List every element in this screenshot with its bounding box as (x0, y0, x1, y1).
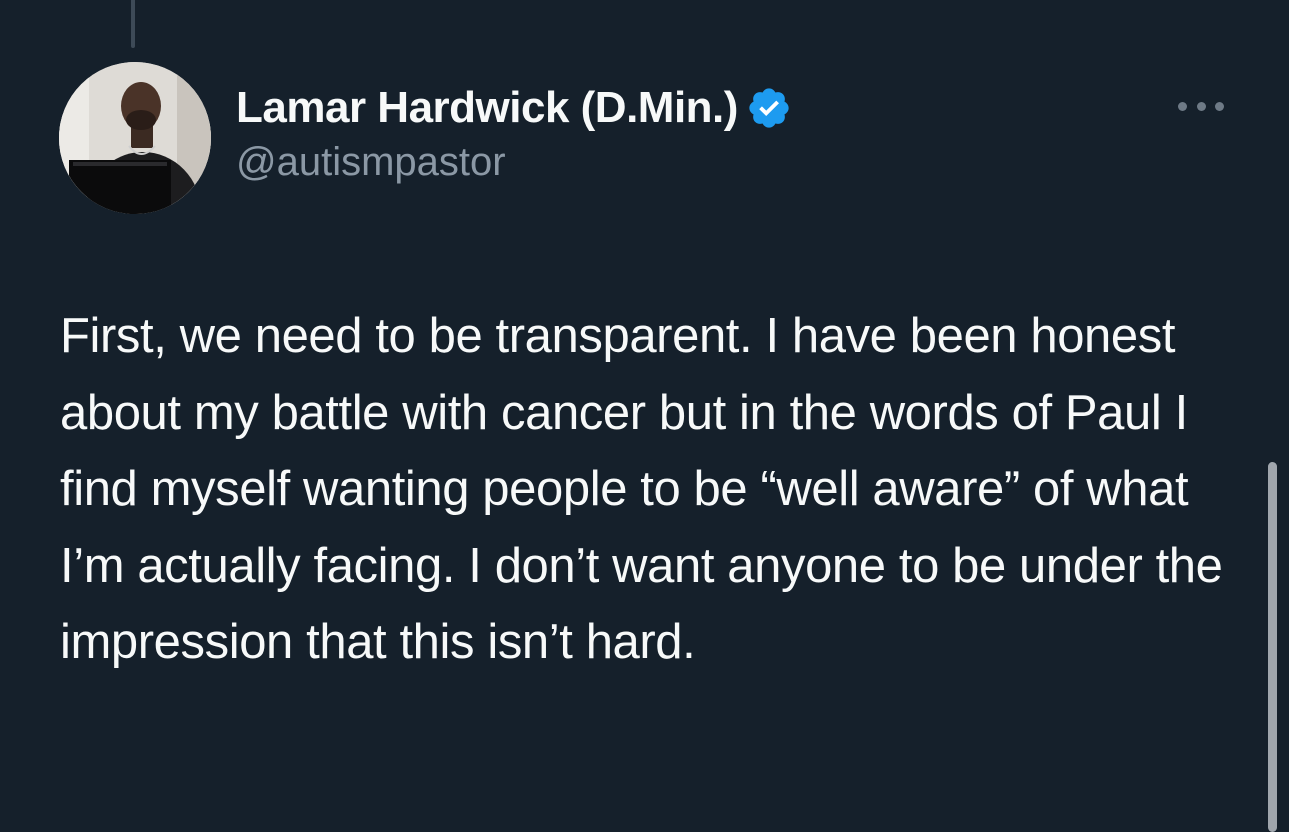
author-display-name[interactable]: Lamar Hardwick (D.Min.) (236, 83, 738, 133)
more-dot (1196, 101, 1206, 111)
more-dot (1178, 101, 1187, 111)
thread-connector-line (131, 0, 135, 48)
scrollbar-thumb[interactable] (1268, 462, 1277, 832)
tweet-card: Lamar Hardwick (D.Min.) @autismpastor Fi… (0, 0, 1289, 832)
tweet-text: First, we need to be transparent. I have… (60, 309, 1223, 669)
more-options-icon[interactable] (1176, 88, 1226, 124)
author-handle[interactable]: @autismpastor (236, 140, 792, 185)
avatar-photo (59, 62, 211, 214)
author-name-row: Lamar Hardwick (D.Min.) (236, 80, 792, 136)
author-info: Lamar Hardwick (D.Min.) @autismpastor (236, 80, 792, 190)
more-dot (1215, 101, 1224, 111)
avatar[interactable] (59, 62, 211, 214)
verified-badge-icon[interactable] (746, 85, 792, 131)
